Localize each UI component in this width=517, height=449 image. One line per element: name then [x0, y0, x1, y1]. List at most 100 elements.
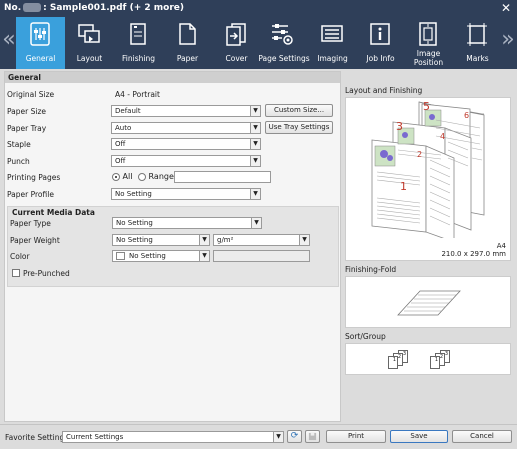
- sort-preview-panel: 3 2 1 3 2 1: [345, 343, 511, 375]
- size-dimensions: 210.0 x 297.0 mm: [441, 250, 506, 258]
- title-prefix: No.: [4, 3, 22, 13]
- tab-label: Finishing: [122, 54, 155, 63]
- size-name: A4: [496, 242, 506, 250]
- paper-weight-select[interactable]: No Setting ▼: [112, 234, 210, 246]
- tab-page-settings[interactable]: Page Settings: [258, 17, 310, 69]
- chevron-down-icon: ▼: [250, 189, 260, 199]
- tab-job-info[interactable]: Job Info: [356, 17, 405, 69]
- select-value: Current Settings: [66, 433, 124, 441]
- field-label: Printing Pages: [7, 173, 61, 182]
- tab-label: Imaging: [317, 54, 348, 63]
- paper-size-select[interactable]: Default ▼: [111, 105, 261, 117]
- page-range-input[interactable]: [174, 171, 271, 183]
- save-favorite-icon[interactable]: [305, 430, 320, 443]
- scroll-left-icon[interactable]: «: [1, 27, 17, 53]
- select-value: No Setting: [116, 219, 153, 227]
- field-label: Punch: [7, 157, 30, 166]
- select-value: No Setting: [116, 236, 153, 244]
- custom-size-button[interactable]: Custom Size...: [265, 104, 333, 117]
- section-header: Current Media Data: [12, 208, 95, 217]
- fold-paper-icon: [397, 290, 461, 316]
- scroll-right-icon[interactable]: »: [500, 27, 516, 53]
- page-number: 5: [423, 100, 430, 113]
- color-select[interactable]: No Setting ▼: [112, 250, 210, 262]
- tab-marks[interactable]: Marks: [453, 17, 502, 69]
- tab-layout[interactable]: Layout: [65, 17, 114, 69]
- original-size-row: Original Size A4 - Portrait: [5, 88, 340, 101]
- use-tray-settings-button[interactable]: Use Tray Settings: [265, 121, 333, 134]
- page-number: 3: [396, 120, 403, 133]
- range-radio[interactable]: Range: [138, 172, 174, 181]
- punch-select[interactable]: Off ▼: [111, 155, 261, 167]
- checkbox-label: Pre-Punched: [23, 269, 70, 278]
- imaging-icon: [321, 25, 343, 42]
- select-value: Off: [115, 157, 126, 165]
- finishing-fold-label: Finishing-Fold: [345, 265, 397, 274]
- dialog-footer: Favorite Setting Current Settings ▼ ⟳ Pri…: [0, 424, 517, 449]
- pre-punched-checkbox[interactable]: [12, 269, 20, 277]
- select-value: g/m²: [217, 236, 234, 244]
- paper-size-row: Paper Size Default ▼ Custom Size...: [5, 104, 340, 118]
- disk-icon: [308, 432, 317, 441]
- staple-select[interactable]: Off ▼: [111, 138, 261, 150]
- fold-preview-panel: [345, 276, 511, 328]
- field-label: Original Size: [7, 90, 55, 99]
- tab-label: General: [25, 54, 56, 63]
- paper-profile-select[interactable]: No Setting ▼: [111, 188, 261, 200]
- radio-icon: [112, 172, 120, 181]
- layout-finishing-label: Layout and Finishing: [345, 86, 423, 95]
- color-row: Color No Setting ▼: [8, 250, 343, 263]
- field-label: Paper Profile: [7, 190, 54, 199]
- chevron-down-icon: ▼: [250, 156, 260, 166]
- page-number: 2: [417, 150, 423, 159]
- refresh-icon[interactable]: ⟳: [287, 430, 302, 443]
- radio-label: Range: [148, 172, 174, 181]
- chevron-down-icon: ▼: [251, 218, 261, 228]
- close-icon[interactable]: ✕: [501, 0, 511, 17]
- tab-label: Image Position: [413, 49, 444, 67]
- general-settings-icon: [30, 22, 50, 46]
- print-button[interactable]: Print: [326, 430, 386, 443]
- tab-image-position[interactable]: Image Position: [404, 17, 453, 69]
- field-label: Staple: [7, 140, 31, 149]
- title-file: : Sample001.pdf (+ 2 more): [43, 3, 184, 13]
- chevron-down-icon: ▼: [299, 235, 309, 245]
- window-title-bar: No. : Sample001.pdf (+ 2 more) ✕: [0, 0, 517, 17]
- save-button[interactable]: Save: [390, 430, 448, 443]
- chevron-down-icon: ▼: [273, 432, 283, 442]
- tab-general[interactable]: General: [16, 17, 65, 69]
- select-value: No Setting: [129, 252, 166, 260]
- chevron-down-icon: ▼: [199, 251, 209, 261]
- paper-tray-select[interactable]: Auto ▼: [111, 122, 261, 134]
- color-swatch: [116, 252, 125, 260]
- punch-row: Punch Off ▼: [5, 155, 340, 168]
- page-settings-icon: [272, 24, 293, 45]
- tab-paper[interactable]: Paper: [163, 17, 212, 69]
- all-pages-radio[interactable]: All: [112, 172, 132, 181]
- paper-tray-row: Paper Tray Auto ▼ Use Tray Settings: [5, 121, 340, 135]
- layout-icon: [78, 24, 100, 43]
- page-number: 6: [464, 111, 470, 120]
- color-detail-input[interactable]: [213, 250, 310, 262]
- weight-unit-select[interactable]: g/m² ▼: [213, 234, 310, 246]
- select-value: No Setting: [115, 190, 152, 198]
- tab-cover[interactable]: Cover: [212, 17, 261, 69]
- image-position-icon: [419, 22, 437, 46]
- favorite-setting-select[interactable]: Current Settings ▼: [62, 431, 284, 443]
- paper-icon: [179, 23, 196, 45]
- tab-label: Cover: [225, 54, 248, 63]
- current-media-data-group: Current Media Data Paper Type No Setting…: [7, 206, 339, 287]
- tab-imaging[interactable]: Imaging: [308, 17, 357, 69]
- cancel-button[interactable]: Cancel: [452, 430, 512, 443]
- tab-label: Page Settings: [258, 54, 310, 63]
- finishing-icon: [130, 23, 146, 45]
- tab-finishing[interactable]: Finishing: [114, 17, 163, 69]
- paper-type-select[interactable]: No Setting ▼: [112, 217, 262, 229]
- field-label: Paper Tray: [7, 124, 47, 133]
- printing-pages-row: Printing Pages All Range: [5, 171, 340, 184]
- original-size-value: A4 - Portrait: [115, 90, 160, 99]
- chevron-down-icon: ▼: [250, 139, 260, 149]
- favorite-setting-label: Favorite Setting: [5, 433, 65, 442]
- field-label: Paper Size: [7, 107, 47, 116]
- section-header: General: [5, 72, 340, 83]
